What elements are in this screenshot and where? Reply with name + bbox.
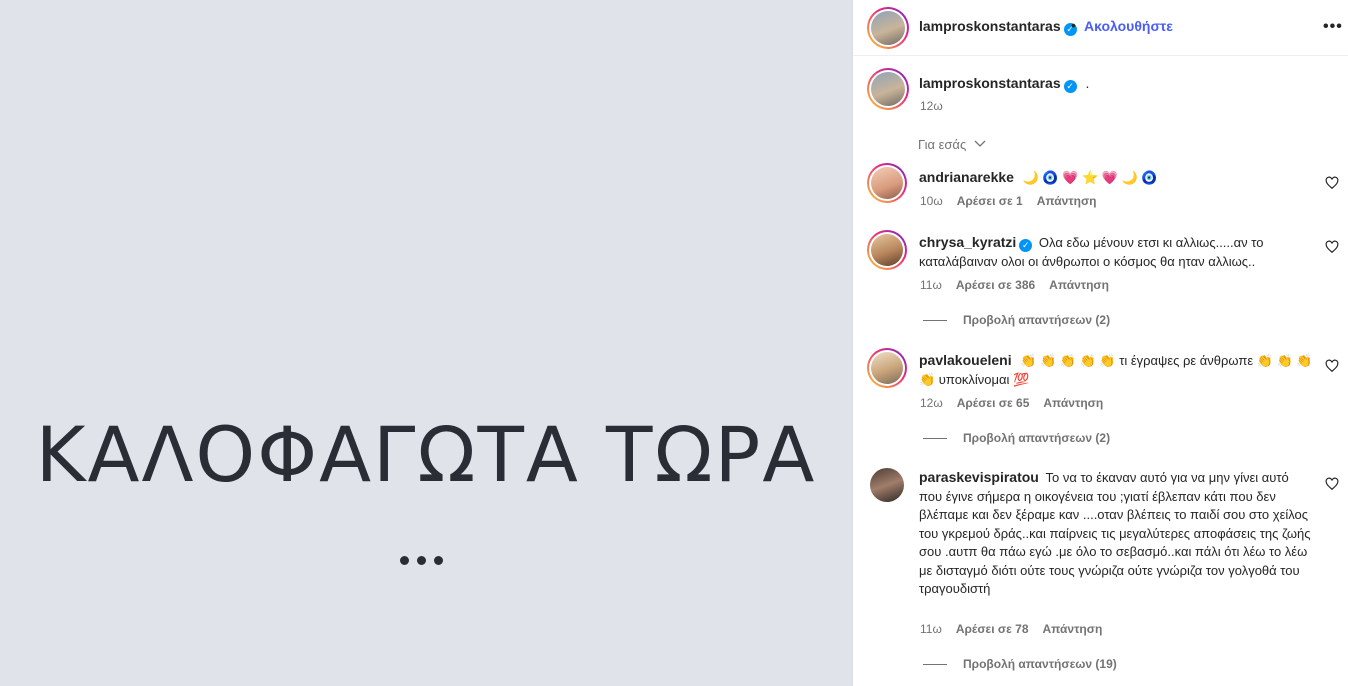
heart-icon[interactable] — [1325, 240, 1339, 254]
commenter-username[interactable]: chrysa_kyratzi — [919, 234, 1016, 250]
reply-button[interactable]: Απάντηση — [1049, 278, 1109, 292]
view-replies-label: Προβολή απαντήσεων (2) — [963, 431, 1111, 445]
commenter-username[interactable]: pavlakoueleni — [919, 352, 1012, 368]
comment-meta: 12ω Αρέσει σε 65 Απάντηση — [920, 396, 1103, 410]
comment-meta: 11ω Αρέσει σε 386 Απάντηση — [920, 278, 1109, 292]
heart-icon[interactable] — [1325, 477, 1339, 491]
comment-time[interactable]: 10ω — [920, 194, 943, 208]
divider-line — [923, 663, 947, 665]
reply-button[interactable]: Απάντηση — [1043, 396, 1103, 410]
comments-panel: lamproskonstantaras ✓ • Ακολουθήστε ••• l… — [852, 0, 1348, 686]
post-media[interactable]: ΚΑΛΟΦΑΓΩΤΑ ΤΩΡΑ — [0, 0, 852, 686]
comment-likes[interactable]: Αρέσει σε 78 — [956, 622, 1029, 636]
loading-dots-icon — [400, 556, 443, 565]
verified-badge-icon: ✓ — [1019, 239, 1033, 252]
commenter-username[interactable]: paraskevispiratou — [919, 469, 1039, 485]
view-replies-button[interactable]: Προβολή απαντήσεων (19) — [923, 657, 1117, 671]
comment-body: chrysa_kyratzi ✓ Ολα εδω μένουν ετσι κι α… — [919, 233, 1315, 271]
verified-badge-icon: ✓ — [1063, 80, 1077, 93]
comment-time[interactable]: 11ω — [920, 278, 942, 292]
caption-username[interactable]: lamproskonstantaras — [919, 75, 1061, 91]
sort-comments-dropdown[interactable]: Για εσάς — [918, 137, 986, 152]
more-horizontal-icon[interactable]: ••• — [1323, 18, 1343, 36]
commenter-avatar[interactable] — [867, 230, 907, 270]
caption-text: . — [1085, 75, 1090, 91]
view-replies-label: Προβολή απαντήσεων (19) — [963, 657, 1117, 671]
caption-avatar[interactable] — [867, 68, 909, 110]
author-username-link[interactable]: lamproskonstantaras ✓ — [919, 18, 1077, 36]
post-header: lamproskonstantaras ✓ • Ακολουθήστε ••• — [853, 0, 1348, 56]
comment-likes[interactable]: Αρέσει σε 386 — [956, 278, 1035, 292]
heart-icon[interactable] — [1325, 359, 1339, 373]
caption-timestamp[interactable]: 12ω — [920, 99, 943, 113]
chevron-down-icon — [974, 140, 986, 147]
comment-text: 🌙 🧿 💗 ⭐ 💗 🌙 🧿 — [1022, 170, 1158, 185]
heart-icon[interactable] — [1325, 176, 1339, 190]
divider-line — [923, 437, 947, 439]
view-replies-label: Προβολή απαντήσεων (2) — [963, 313, 1111, 327]
caption: lamproskonstantaras ✓ . — [919, 75, 1089, 93]
media-caption-text: ΚΑΛΟΦΑΓΩΤΑ ΤΩΡΑ — [35, 410, 817, 499]
comment-likes[interactable]: Αρέσει σε 65 — [957, 396, 1030, 410]
separator-dot: • — [1071, 17, 1076, 33]
commenter-username[interactable]: andrianarekke — [919, 169, 1014, 185]
comment-meta: 11ω Αρέσει σε 78 Απάντηση — [920, 622, 1102, 636]
view-replies-button[interactable]: Προβολή απαντήσεων (2) — [923, 431, 1110, 445]
divider-line — [923, 319, 947, 321]
comment-time[interactable]: 11ω — [920, 622, 942, 636]
commenter-avatar[interactable] — [870, 468, 904, 502]
author-avatar[interactable] — [867, 7, 909, 49]
sort-label: Για εσάς — [918, 137, 967, 152]
commenter-avatar[interactable] — [867, 163, 907, 203]
reply-button[interactable]: Απάντηση — [1043, 622, 1103, 636]
reply-button[interactable]: Απάντηση — [1037, 194, 1097, 208]
comment-time[interactable]: 12ω — [920, 396, 943, 410]
view-replies-button[interactable]: Προβολή απαντήσεων (2) — [923, 313, 1110, 327]
comment-meta: 10ω Αρέσει σε 1 Απάντηση — [920, 194, 1097, 208]
comment-body: paraskevispiratou Το να το έκαναν αυτό γ… — [919, 468, 1315, 599]
comment-text: Το να το έκαναν αυτό για να μην γίνει αυ… — [919, 470, 1311, 596]
comment-body: andrianarekke 🌙 🧿 💗 ⭐ 💗 🌙 🧿 — [919, 168, 1315, 188]
commenter-avatar[interactable] — [867, 348, 907, 388]
comment-likes[interactable]: Αρέσει σε 1 — [957, 194, 1023, 208]
comment-body: pavlakoueleni 👏 👏 👏 👏 👏 τι έγραψες ρε άν… — [919, 351, 1315, 389]
follow-button[interactable]: Ακολουθήστε — [1084, 18, 1173, 34]
